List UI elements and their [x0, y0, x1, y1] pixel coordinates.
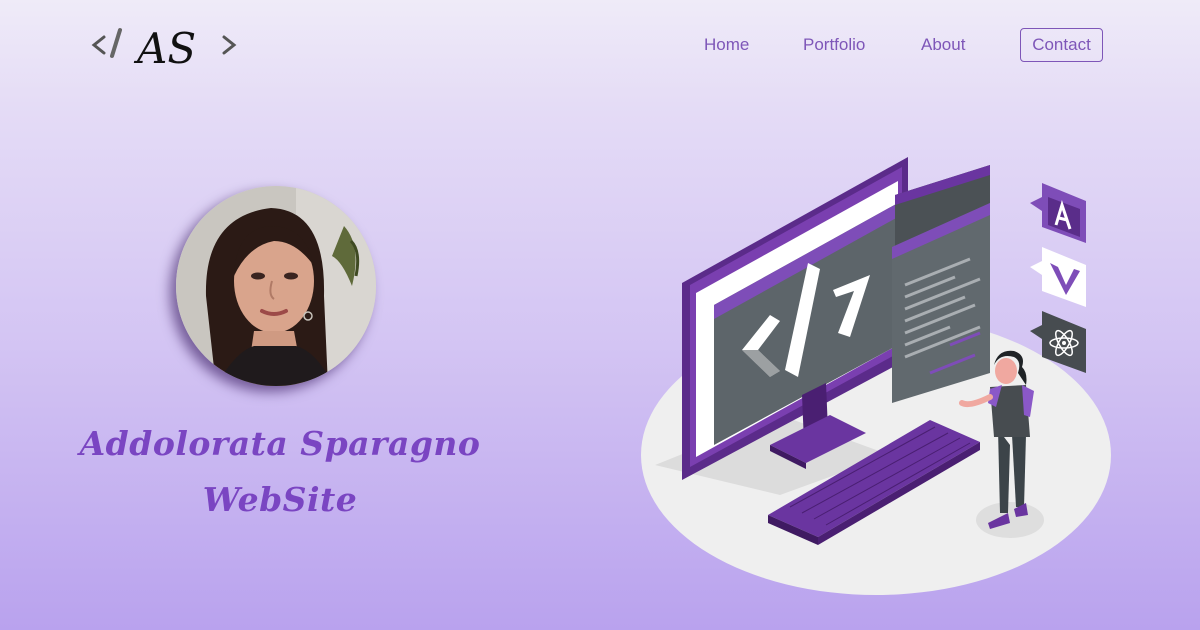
vue-icon	[1030, 247, 1086, 307]
developer-illustration	[641, 157, 1111, 595]
hero-subtitle: WebSite	[202, 480, 358, 519]
nav-link-home[interactable]: Home	[704, 28, 749, 62]
nav-button-contact[interactable]: Contact	[1020, 28, 1103, 62]
nav-link-about[interactable]: About	[921, 28, 965, 62]
angular-icon	[1030, 183, 1086, 243]
hero-name: Addolorata Sparagno	[79, 424, 481, 463]
code-window	[892, 165, 990, 403]
profile-avatar	[176, 186, 376, 386]
main-nav: Home Portfolio About Contact	[0, 28, 1200, 64]
nav-link-portfolio[interactable]: Portfolio	[803, 28, 865, 62]
